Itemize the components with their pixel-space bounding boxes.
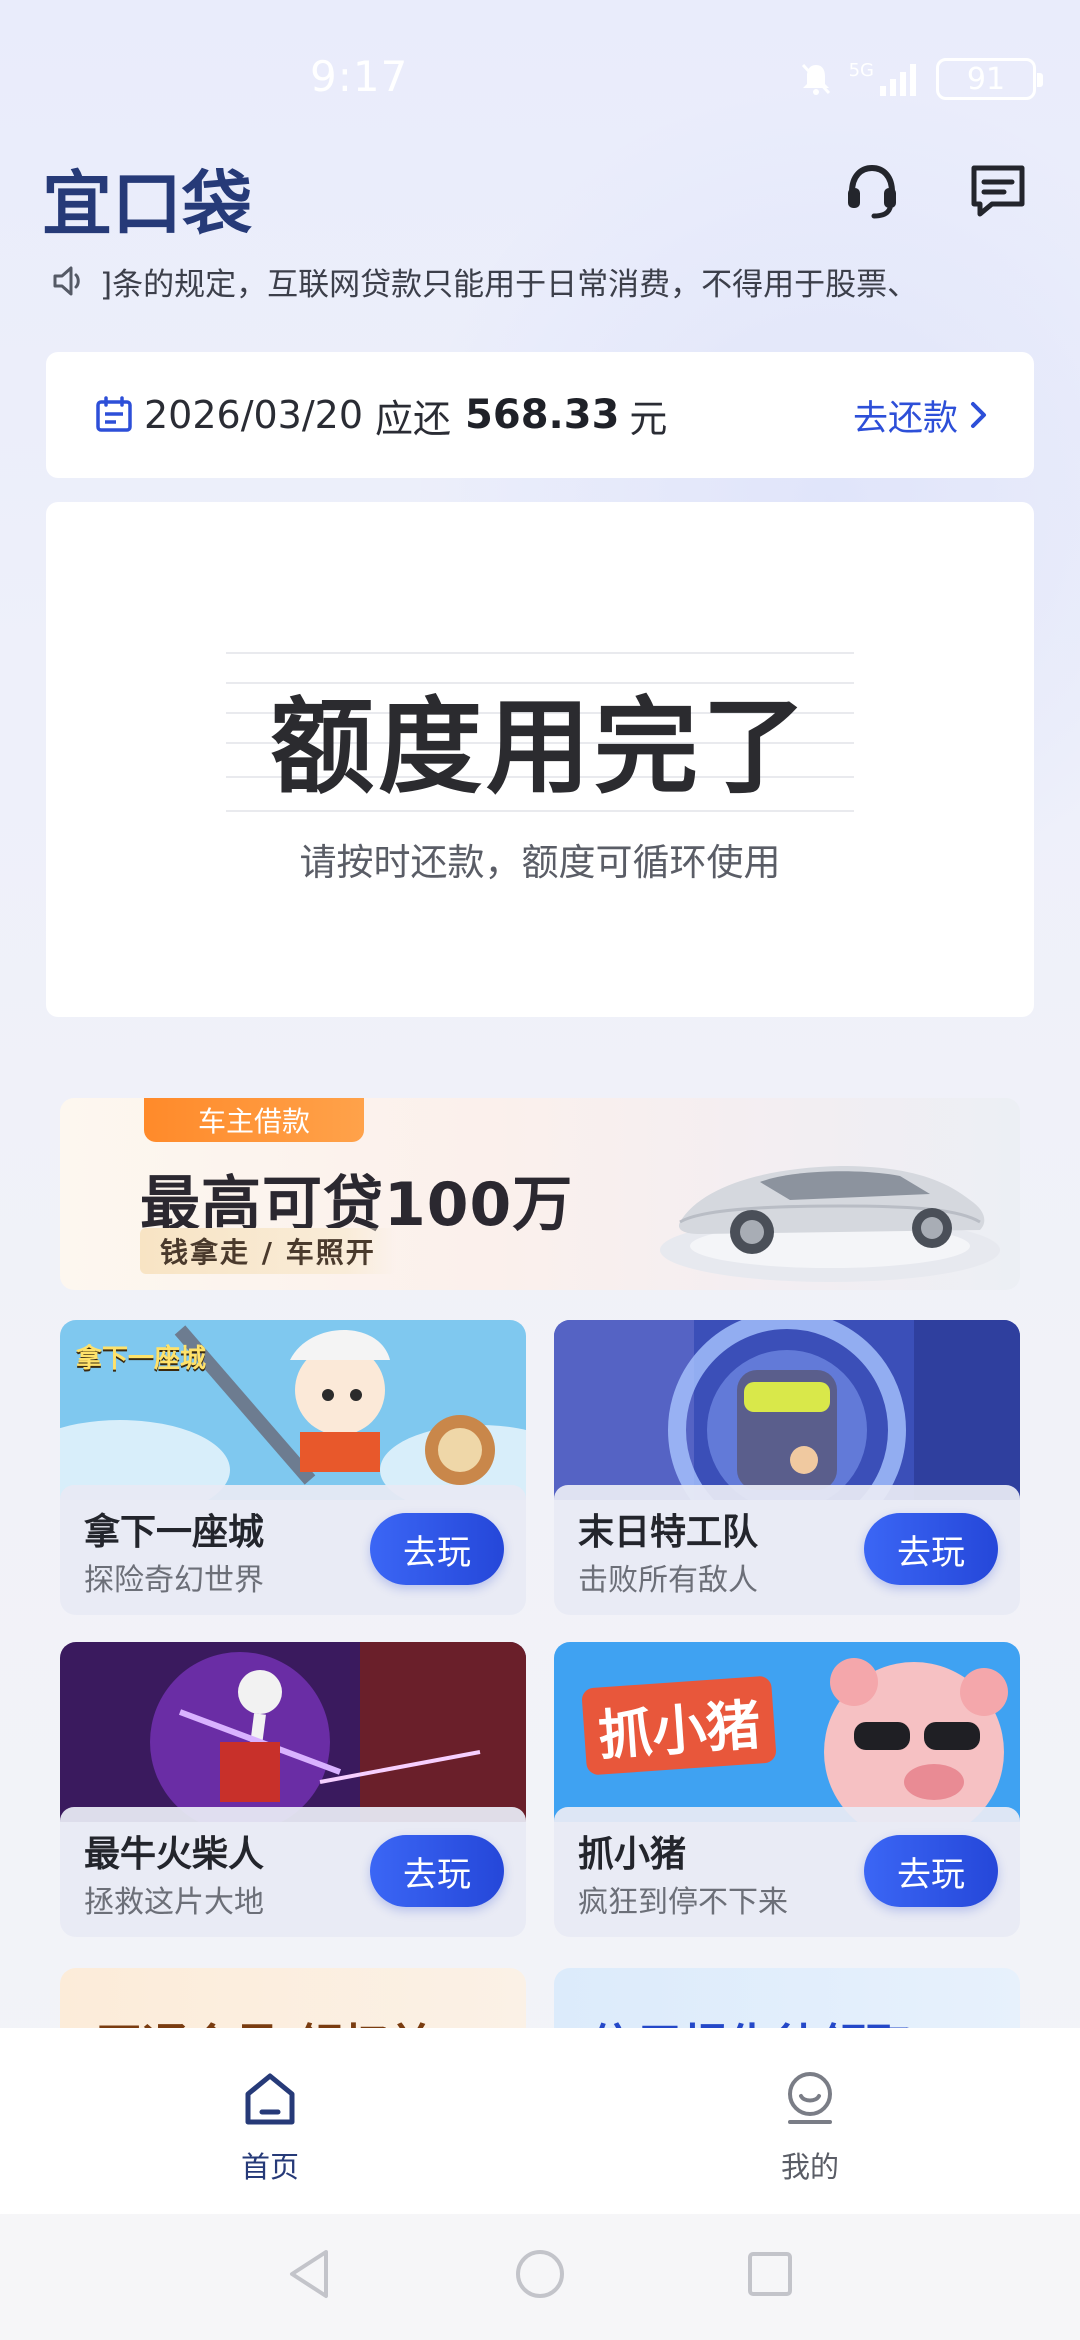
credit-report-card-text: 信用报告待领取 [590, 2010, 912, 2028]
home-icon [245, 2073, 295, 2125]
game-name-4: 抓小猪 [578, 1834, 687, 1875]
battery-indicator: 91 [936, 58, 1043, 100]
headset-icon[interactable] [840, 158, 904, 222]
nav-home-label: 首页 [240, 2150, 299, 2184]
game-desc-3: 拯救这片大地 [84, 1885, 264, 1920]
game-desc-2: 击败所有敌人 [578, 1563, 758, 1598]
home-circle-icon[interactable] [510, 2244, 570, 2304]
status-bar: 9:17 5G 91 [0, 0, 1080, 150]
status-icons: 5G 91 [797, 55, 1043, 103]
chevron-right-icon [971, 402, 986, 428]
network-label: 5G [848, 59, 874, 81]
profile-icon [788, 2072, 832, 2124]
status-time: 9:17 [310, 52, 409, 101]
system-navigation-bar [0, 2214, 1080, 2340]
banner-subtitle: 钱拿走 / 车照开 [140, 1228, 396, 1274]
recent-apps-icon[interactable] [740, 2244, 800, 2304]
bill-icon [96, 396, 132, 432]
go-repay-label: 去还款 [852, 398, 958, 439]
play-button-2[interactable]: 去玩 [864, 1513, 998, 1585]
car-image [660, 1166, 1000, 1282]
game-art-4-label: 抓小猪 [581, 1675, 777, 1776]
game-desc-4: 疯狂到停不下来 [578, 1885, 788, 1920]
nav-profile-label: 我的 [780, 2150, 839, 2184]
notice-bar[interactable]: ]条的规定，互联网贷款只能用于日常消费，不得用于股票、 [50, 258, 1030, 304]
credit-report-card[interactable]: 信用报告待领取 [554, 1968, 1020, 2028]
message-icon[interactable] [966, 158, 1030, 222]
quota-subtitle: 请按时还款，额度可循环使用 [299, 841, 781, 884]
game-art-1-label: 拿下一座城 [76, 1344, 207, 1374]
play-button-1[interactable]: 去玩 [370, 1513, 504, 1585]
game-name-2: 末日特工队 [578, 1512, 759, 1553]
speaker-icon [53, 266, 80, 296]
repayment-card: 2026/03/20 应还 568.33 元 去还款 [46, 352, 1034, 478]
app-logo: 宜口袋 [42, 163, 252, 245]
bottom-navigation: 首页 我的 [0, 2028, 1080, 2214]
game-card-2[interactable]: 末日特工队 击败所有敌人 去玩 [554, 1320, 1020, 1615]
game-art-2 [554, 1320, 1020, 1500]
game-info-2: 末日特工队 击败所有敌人 去玩 [554, 1485, 1020, 1615]
repay-date: 2026/03/20 [144, 393, 364, 437]
signal-icon [880, 64, 916, 96]
membership-card[interactable]: 开通会员 领权益 [60, 1968, 526, 2028]
nav-home[interactable]: 首页 [160, 2028, 380, 2214]
repay-unit: 元 [629, 396, 668, 441]
game-info-1: 拿下一座城 探险奇幻世界 去玩 [60, 1485, 526, 1615]
play-button-3[interactable]: 去玩 [370, 1835, 504, 1907]
play-button-4[interactable]: 去玩 [864, 1835, 998, 1907]
mute-bell-icon [801, 63, 830, 95]
car-loan-banner[interactable]: 车主借款 最高可贷100万 钱拿走 / 车照开 [60, 1098, 1020, 1290]
game-art-3 [60, 1642, 526, 1822]
repay-amount: 568.33 [465, 392, 620, 438]
screen: 9:17 5G 91 宜口袋]条的规定，互联网贷款只能用于日常消费，不得用于股… [0, 0, 1080, 2340]
notice-text: ]条的规定，互联网贷款只能用于日常消费，不得用于股票、 [100, 266, 919, 303]
nav-profile[interactable]: 我的 [700, 2028, 920, 2214]
game-name-3: 最牛火柴人 [84, 1834, 265, 1875]
game-name-1: 拿下一座城 [84, 1512, 265, 1553]
banner-tag: 车主借款 [144, 1098, 364, 1142]
quota-title: 额度用完了 [269, 686, 810, 808]
go-repay-button[interactable]: 去还款 [853, 390, 990, 441]
back-icon[interactable] [280, 2244, 340, 2304]
game-desc-1: 探险奇幻世界 [84, 1563, 264, 1598]
game-card-3[interactable]: 最牛火柴人 拯救这片大地 去玩 [60, 1642, 526, 1937]
membership-card-text: 开通会员 领权益 [96, 2010, 434, 2028]
game-card-1[interactable]: 拿下一座城 拿下一座城 探险奇幻世界 去玩 [60, 1320, 526, 1615]
repay-label: 应还 [375, 396, 452, 441]
game-info-4: 抓小猪 疯狂到停不下来 去玩 [554, 1807, 1020, 1937]
game-card-4[interactable]: 抓小猪 抓小猪 疯狂到停不下来 去玩 [554, 1642, 1020, 1937]
battery-level: 91 [966, 61, 1006, 97]
game-info-3: 最牛火柴人 拯救这片大地 去玩 [60, 1807, 526, 1937]
quota-card: 额度用完了 请按时还款，额度可循环使用 [46, 502, 1034, 1017]
